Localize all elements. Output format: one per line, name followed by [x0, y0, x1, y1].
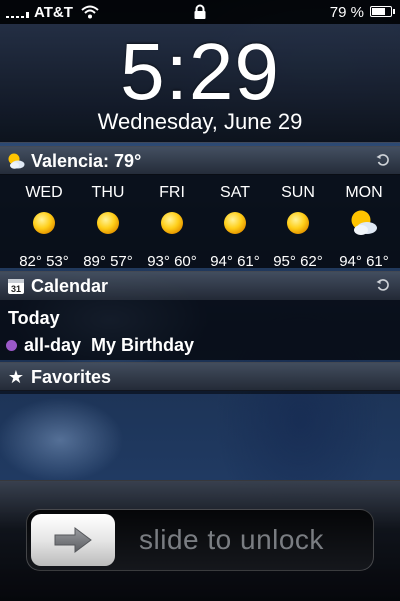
wifi-icon	[81, 5, 99, 19]
forecast-day-temps: 94° 61°	[339, 253, 389, 270]
signal-strength-icon	[6, 6, 29, 18]
partly-cloudy-icon	[351, 210, 377, 235]
battery-icon	[370, 6, 395, 17]
unlock-panel: slide to unlock	[0, 480, 400, 601]
forecast-day: SAT 94° 61°	[203, 174, 267, 270]
calendar-events: Today all-day My Birthday	[0, 300, 400, 360]
forecast-day-name: MON	[345, 184, 383, 201]
forecast-day-name: SAT	[220, 184, 250, 201]
forecast-day-temps: 82° 53°	[19, 253, 69, 270]
slide-to-unlock-label: slide to unlock	[139, 524, 324, 555]
forecast-day: SUN 95° 62°	[266, 174, 330, 270]
forecast-day-name: THU	[91, 184, 125, 201]
forecast-day: FRI 93° 60°	[140, 174, 204, 270]
forecast-day-name: FRI	[159, 184, 185, 201]
sun-icon	[224, 212, 246, 234]
forecast-day-temps: 89° 57°	[83, 253, 133, 270]
weather-widget-header[interactable]: Valencia: 79°	[0, 146, 400, 175]
sun-icon	[97, 212, 119, 234]
calendar-icon-day: 31	[11, 284, 21, 294]
weather-forecast: WED 82° 53° THU 89° 57° FRI 93° 60° SAT 94° 61°…	[0, 174, 400, 270]
battery-percentage: 79 %	[329, 4, 364, 21]
refresh-icon[interactable]	[376, 153, 390, 167]
event-time: all-day	[24, 335, 82, 355]
lock-screen-time: 5:29	[120, 27, 280, 116]
arrow-right-icon	[54, 527, 92, 553]
sun-icon	[287, 212, 309, 234]
weather-location-title: Valencia: 79°	[31, 150, 142, 171]
unlock-slider-track[interactable]: slide to unlock	[26, 509, 374, 571]
sun-icon	[33, 212, 55, 234]
forecast-day: WED 82° 53°	[12, 174, 76, 270]
favorites-title: Favorites	[31, 366, 112, 387]
sun-icon	[161, 212, 183, 234]
today-label: Today	[8, 308, 60, 328]
forecast-day-temps: 93° 60°	[147, 253, 197, 270]
forecast-day-temps: 94° 61°	[210, 253, 260, 270]
unlock-slider-knob[interactable]	[31, 514, 115, 566]
forecast-day-name: WED	[25, 184, 63, 201]
forecast-day-name: SUN	[281, 184, 315, 201]
forecast-day: THU 89° 57°	[76, 174, 140, 270]
star-icon: ★	[7, 366, 25, 387]
event-color-dot	[6, 340, 17, 351]
forecast-day: MON 94° 61°	[332, 174, 396, 270]
clock-panel: 5:29 Wednesday, June 29	[0, 24, 400, 143]
favorites-widget-header[interactable]: ★ Favorites	[0, 362, 400, 391]
carrier-name: AT&T	[34, 3, 73, 21]
partly-cloudy-icon	[6, 151, 26, 171]
calendar-event[interactable]: all-day My Birthday	[6, 335, 194, 356]
refresh-icon[interactable]	[376, 278, 390, 292]
event-title: My Birthday	[91, 335, 195, 355]
lock-icon	[194, 4, 206, 19]
lock-screen-date: Wednesday, June 29	[97, 109, 303, 134]
status-bar: AT&T 79 %	[0, 0, 400, 24]
favorites-list	[0, 390, 400, 394]
forecast-day-temps: 95° 62°	[273, 253, 323, 270]
calendar-widget-header[interactable]: 31 Calendar	[0, 271, 400, 300]
battery-level-fill	[372, 8, 385, 15]
calendar-title: Calendar	[31, 275, 109, 296]
calendar-icon: 31	[6, 276, 26, 296]
